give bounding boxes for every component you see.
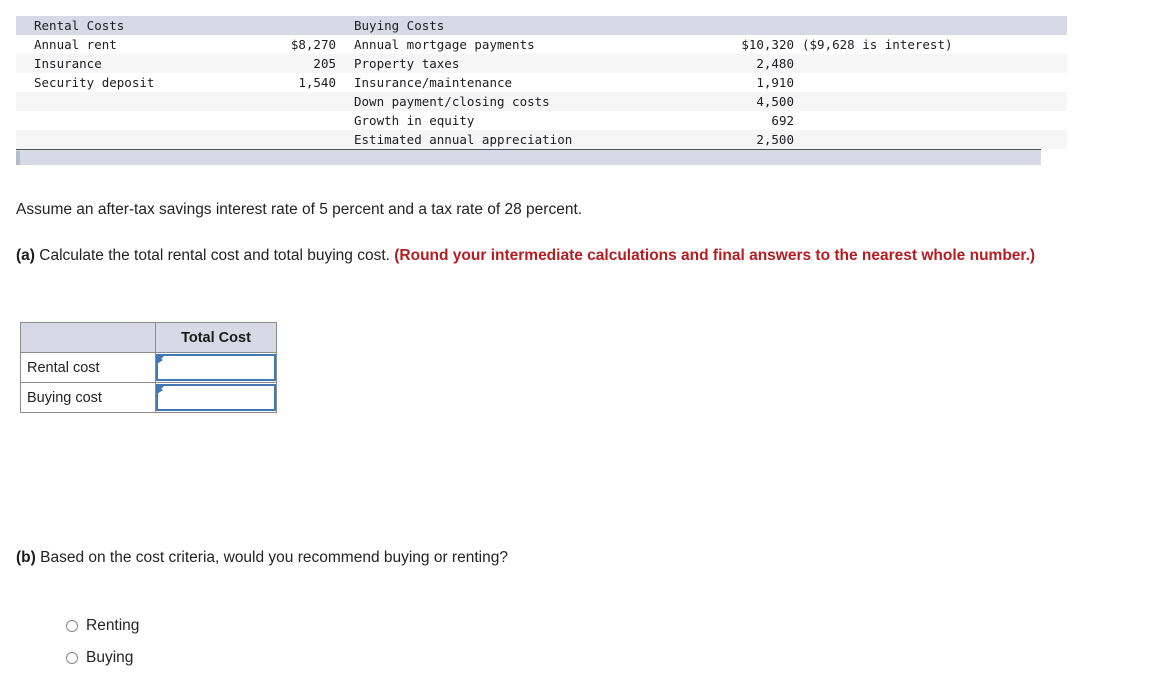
rental-value: 1,540	[249, 73, 336, 92]
column-gap	[336, 73, 354, 92]
question-a: (a) Calculate the total rental cost and …	[16, 244, 1141, 267]
question-a-round-note: (Round your intermediate calculations an…	[394, 247, 1036, 264]
rental-value	[249, 92, 336, 111]
choice-buying-label: Buying	[86, 649, 134, 666]
buying-label: Annual mortgage payments	[354, 35, 689, 54]
cost-comparison-table: Rental Costs Buying Costs Annual rent $8…	[16, 16, 1067, 149]
buying-note	[794, 92, 1067, 111]
table-row: Security deposit 1,540 Insurance/mainten…	[16, 73, 1067, 92]
choice-buying[interactable]: Buying	[66, 642, 139, 674]
buying-label: Growth in equity	[354, 111, 689, 130]
buying-header-note-spacer	[794, 16, 1067, 35]
rental-costs-title: Rental Costs	[16, 16, 249, 35]
radio-button-icon[interactable]	[66, 652, 78, 664]
column-gap	[336, 92, 354, 111]
answer-table-header-row: Total Cost	[20, 322, 277, 353]
rental-header-value-spacer	[249, 16, 336, 35]
rental-label: Annual rent	[16, 35, 249, 54]
buying-value: 2,480	[689, 54, 794, 73]
buying-costs-title: Buying Costs	[354, 16, 689, 35]
answer-header-total-cost: Total Cost	[155, 322, 277, 353]
buying-cost-input-cell[interactable]	[155, 382, 277, 413]
table-row: Rental cost	[20, 352, 277, 383]
buying-header-value-spacer	[689, 16, 794, 35]
radio-button-icon[interactable]	[66, 620, 78, 632]
buying-label: Down payment/closing costs	[354, 92, 689, 111]
buying-note	[794, 73, 1067, 92]
buying-label: Insurance/maintenance	[354, 73, 689, 92]
rental-label: Security deposit	[16, 73, 249, 92]
rental-cost-input[interactable]	[158, 356, 274, 379]
rental-value	[249, 130, 336, 149]
buying-label: Property taxes	[354, 54, 689, 73]
table-row: Down payment/closing costs 4,500	[16, 92, 1067, 111]
column-gap	[336, 130, 354, 149]
exhibit-footer-bar	[16, 149, 1041, 165]
buying-note	[794, 130, 1067, 149]
table-row: Insurance 205 Property taxes 2,480	[16, 54, 1067, 73]
question-b-marker: (b)	[16, 549, 36, 566]
column-gap	[336, 16, 354, 35]
column-gap	[336, 54, 354, 73]
rental-cost-input-cell[interactable]	[155, 352, 277, 383]
buying-value: 4,500	[689, 92, 794, 111]
cost-comparison-exhibit: Rental Costs Buying Costs Annual rent $8…	[16, 16, 1067, 165]
table-row: Annual rent $8,270 Annual mortgage payme…	[16, 35, 1067, 54]
assumption-text: Assume an after-tax savings interest rat…	[16, 201, 583, 218]
buying-value: $10,320	[689, 35, 794, 54]
table-row: Growth in equity 692	[16, 111, 1067, 130]
question-b: (b) Based on the cost criteria, would yo…	[16, 546, 1016, 569]
answer-header-blank	[20, 322, 156, 353]
rental-cost-row-label: Rental cost	[20, 352, 156, 383]
buying-note: ($9,628 is interest)	[794, 35, 1067, 54]
rental-label	[16, 111, 249, 130]
choice-renting[interactable]: Renting	[66, 610, 139, 642]
total-cost-answer-table: Total Cost Rental cost Buying cost	[20, 322, 277, 413]
buying-note	[794, 111, 1067, 130]
buying-value: 2,500	[689, 130, 794, 149]
question-a-text: Calculate the total rental cost and tota…	[39, 247, 390, 264]
rental-label: Insurance	[16, 54, 249, 73]
rental-value	[249, 111, 336, 130]
buying-label: Estimated annual appreciation	[354, 130, 689, 149]
question-b-text: Based on the cost criteria, would you re…	[40, 549, 508, 566]
rental-value: 205	[249, 54, 336, 73]
question-a-marker: (a)	[16, 247, 35, 264]
buying-value: 692	[689, 111, 794, 130]
rental-label	[16, 130, 249, 149]
rental-cost-input-wrapper[interactable]	[156, 354, 276, 381]
buying-note	[794, 54, 1067, 73]
answer-entry-area: Total Cost Rental cost Buying cost	[20, 322, 277, 413]
buying-cost-input[interactable]	[158, 386, 274, 409]
rental-label	[16, 92, 249, 111]
buying-value: 1,910	[689, 73, 794, 92]
column-gap	[336, 35, 354, 54]
recommendation-choice-group: Renting Buying	[66, 610, 139, 674]
rental-value: $8,270	[249, 35, 336, 54]
column-gap	[336, 111, 354, 130]
choice-renting-label: Renting	[86, 617, 140, 634]
table-header-row: Rental Costs Buying Costs	[16, 16, 1067, 35]
buying-cost-row-label: Buying cost	[20, 382, 156, 413]
buying-cost-input-wrapper[interactable]	[156, 384, 276, 411]
table-row: Buying cost	[20, 382, 277, 413]
table-row: Estimated annual appreciation 2,500	[16, 130, 1067, 149]
